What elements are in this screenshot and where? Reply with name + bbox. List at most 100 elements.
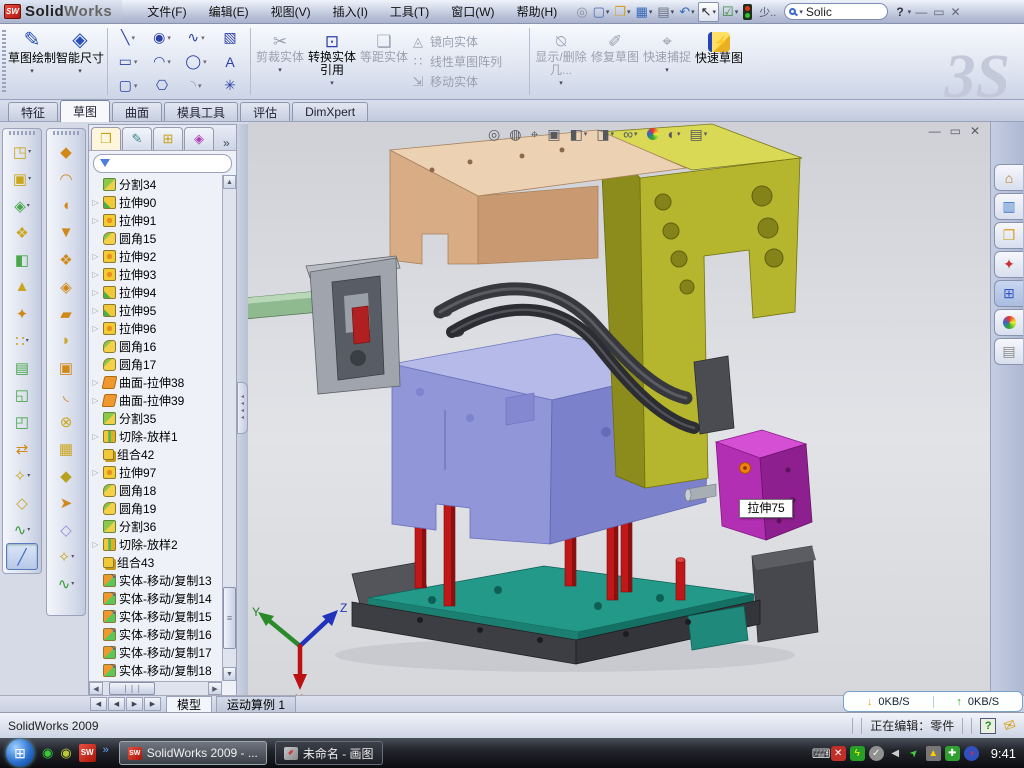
zoom-area-icon[interactable]: ◍ ▾ bbox=[509, 126, 521, 143]
filter-input[interactable] bbox=[93, 154, 232, 173]
dropdown-arrow-icon[interactable]: ▾ bbox=[559, 79, 563, 87]
dropdown-arrow-icon[interactable]: ▾ bbox=[713, 8, 717, 16]
feature-tool-button[interactable]: ▣ ▾ bbox=[50, 354, 82, 381]
feature-tool-button[interactable]: ◆ ▾ bbox=[50, 462, 82, 489]
dropdown-arrow-icon[interactable]: ▾ bbox=[627, 8, 631, 16]
tree-item[interactable]: 曲面-拉伸38 bbox=[91, 373, 222, 391]
dropdown-arrow-icon[interactable]: ▾ bbox=[27, 526, 30, 533]
search-dropdown-icon[interactable]: ▾ bbox=[799, 8, 803, 16]
dropdown-arrow-icon[interactable]: ▾ bbox=[735, 8, 739, 16]
scroll-down-button[interactable]: ▼ bbox=[223, 667, 236, 681]
manager-tabs-overflow-button[interactable]: » bbox=[223, 136, 230, 150]
expand-arrow-icon[interactable] bbox=[91, 468, 100, 477]
tree-item[interactable]: 拉伸92 bbox=[91, 247, 222, 265]
tab-nav-button[interactable]: ◀ bbox=[108, 697, 125, 711]
dropdown-arrow-icon[interactable]: ▾ bbox=[27, 202, 30, 209]
tree-item[interactable]: 圆角15 bbox=[91, 229, 222, 247]
document-tab[interactable]: 运动算例 1 bbox=[216, 696, 296, 712]
expand-arrow-icon[interactable] bbox=[91, 540, 100, 549]
select-icon[interactable]: ↖ ▾ bbox=[698, 2, 719, 22]
save-icon[interactable]: ▦ ▾ bbox=[634, 2, 655, 22]
command-tab[interactable]: 模具工具 bbox=[164, 102, 238, 121]
trim-entities-button[interactable]: ✂ 剪裁实体 ▾ bbox=[254, 24, 306, 99]
dropdown-arrow-icon[interactable]: ▾ bbox=[134, 82, 138, 90]
quick-tips-button[interactable]: ? bbox=[980, 718, 996, 734]
antivirus-tray-icon[interactable]: ✕ bbox=[831, 746, 846, 761]
taskbar-task-button[interactable]: ✐ 未命名 - 画图 bbox=[275, 741, 383, 765]
graphics-viewport[interactable]: Y Z X ◎ ▾ ◍ ▾ ⌖ ▾ ▣ ▾ bbox=[248, 122, 990, 695]
pattern-tool-button[interactable]: ∷ 线性草图阵列 bbox=[410, 53, 526, 70]
rectangle-tool-icon[interactable]: ▭ ▾ bbox=[111, 50, 145, 74]
feature-tool-button[interactable]: ◱ ▾ bbox=[6, 381, 38, 408]
expand-arrow-icon[interactable] bbox=[91, 432, 100, 441]
feature-tool-button[interactable]: ▤ ▾ bbox=[6, 354, 38, 381]
sketch-fillet-tool-icon[interactable]: ◝ ▾ bbox=[179, 74, 213, 98]
dropdown-arrow-icon[interactable]: ▾ bbox=[203, 58, 207, 66]
convert-entities-button[interactable]: ⊡ 转换实体引用 ▾ bbox=[306, 24, 358, 99]
feature-tool-button[interactable]: ▣ ▾ bbox=[6, 165, 38, 192]
view-previous-icon[interactable]: ⌖ ▾ bbox=[530, 126, 538, 143]
quick-snaps-button[interactable]: ⌖ 快速捕捉 ▾ bbox=[641, 24, 693, 99]
command-tab[interactable]: 特征 bbox=[8, 102, 58, 121]
task-pane-home-tab[interactable]: ⌂ bbox=[994, 164, 1023, 191]
search-box[interactable]: ▾ Solic bbox=[784, 3, 888, 20]
feature-tool-button[interactable]: ❖ ▾ bbox=[50, 246, 82, 273]
feature-tool-button[interactable]: ▰ ▾ bbox=[50, 300, 82, 327]
tab-nav-button[interactable]: ▶ bbox=[144, 697, 161, 711]
feature-tool-button[interactable]: ∿ ▾ bbox=[50, 570, 82, 597]
security-quicklaunch-icon[interactable]: ◉ bbox=[60, 745, 71, 761]
feature-tool-button[interactable]: ◆ ▾ bbox=[50, 138, 82, 165]
expand-arrow-icon[interactable] bbox=[91, 252, 100, 261]
dropdown-arrow-icon[interactable]: ▾ bbox=[611, 130, 615, 138]
command-tab[interactable]: 评估 bbox=[240, 102, 290, 121]
dropdown-arrow-icon[interactable]: ▾ bbox=[634, 130, 638, 138]
tag-icon[interactable]: ✉ bbox=[1002, 716, 1019, 736]
viewport-3d-model[interactable]: Y Z X bbox=[248, 122, 990, 695]
upload-tray-icon[interactable]: ➤ bbox=[904, 742, 925, 763]
smart-dimension-button[interactable]: ◈ 智能尺寸 ▾ bbox=[56, 24, 104, 99]
taskbar-task-button[interactable]: SW SolidWorks 2009 - ... bbox=[119, 741, 267, 765]
feature-tool-button[interactable]: ∿ ▾ bbox=[6, 516, 38, 543]
display-delete-relations-button[interactable]: ⍉ 显示/删除几... ▾ bbox=[533, 24, 589, 99]
command-tab[interactable]: 曲面 bbox=[112, 102, 162, 121]
tree-item[interactable]: 实体-移动/复制14 bbox=[91, 589, 222, 607]
tree-vertical-scrollbar[interactable]: ▲ ▼ bbox=[222, 175, 236, 681]
feature-tool-button[interactable]: ❖ ▾ bbox=[6, 219, 38, 246]
dropdown-arrow-icon[interactable]: ▾ bbox=[665, 66, 669, 74]
expand-arrow-icon[interactable] bbox=[91, 306, 100, 315]
propertymanager-tab[interactable]: ✎ bbox=[122, 127, 152, 150]
panel-splitter-grip[interactable]: ◂◂◂◂ bbox=[237, 382, 248, 434]
security-plus-tray-icon[interactable]: ✚ bbox=[945, 746, 960, 761]
menu-item[interactable]: 编辑(E) bbox=[198, 0, 260, 23]
tree-item[interactable]: 分割35 bbox=[91, 409, 222, 427]
circle-tool-icon[interactable]: ◉ ▾ bbox=[145, 26, 179, 50]
expand-arrow-icon[interactable] bbox=[91, 396, 100, 405]
toolbar-drag-handle[interactable] bbox=[9, 131, 35, 135]
apply-scene-icon[interactable]: ◐ ▾ bbox=[668, 126, 681, 142]
dropdown-arrow-icon[interactable]: ▾ bbox=[671, 8, 675, 16]
tree-item[interactable]: 圆角17 bbox=[91, 355, 222, 373]
tree-horizontal-scrollbar[interactable]: ◀ ❘❘❘ ▶ bbox=[89, 681, 222, 695]
network-warning-tray-icon[interactable]: ▲ bbox=[926, 746, 941, 761]
dropdown-arrow-icon[interactable]: ▾ bbox=[167, 34, 171, 42]
feature-tool-button[interactable]: ⇄ ▾ bbox=[6, 435, 38, 462]
view-settings-icon[interactable]: ▤ ▾ bbox=[690, 126, 708, 143]
dropdown-arrow-icon[interactable]: ▾ bbox=[677, 130, 681, 138]
tab-nav-button[interactable]: ▶ bbox=[126, 697, 143, 711]
tree-item[interactable]: 分割34 bbox=[91, 175, 222, 193]
open-file-icon[interactable]: ❒ ▾ bbox=[612, 2, 632, 22]
scroll-right-button[interactable]: ▶ bbox=[208, 682, 222, 695]
dropdown-arrow-icon[interactable]: ▾ bbox=[71, 553, 74, 560]
dropdown-arrow-icon[interactable]: ▾ bbox=[26, 337, 29, 344]
feature-tool-button[interactable]: ╱ ▾ bbox=[6, 543, 38, 570]
toolbar-drag-handle[interactable] bbox=[2, 30, 6, 93]
tree-item[interactable]: 拉伸90 bbox=[91, 193, 222, 211]
configurationmanager-tab[interactable]: ⊞ bbox=[153, 127, 183, 150]
repair-sketch-button[interactable]: ✐ 修复草图 bbox=[589, 24, 641, 99]
scroll-left-button[interactable]: ◀ bbox=[89, 682, 103, 695]
dropdown-arrow-icon[interactable]: ▾ bbox=[201, 34, 205, 42]
feature-tool-button[interactable]: ◳ ▾ bbox=[6, 138, 38, 165]
tree-item[interactable]: 拉伸96 bbox=[91, 319, 222, 337]
update-tray-icon[interactable]: ✓ bbox=[869, 746, 884, 761]
spline-tool-icon[interactable]: ∿ ▾ bbox=[179, 26, 213, 50]
